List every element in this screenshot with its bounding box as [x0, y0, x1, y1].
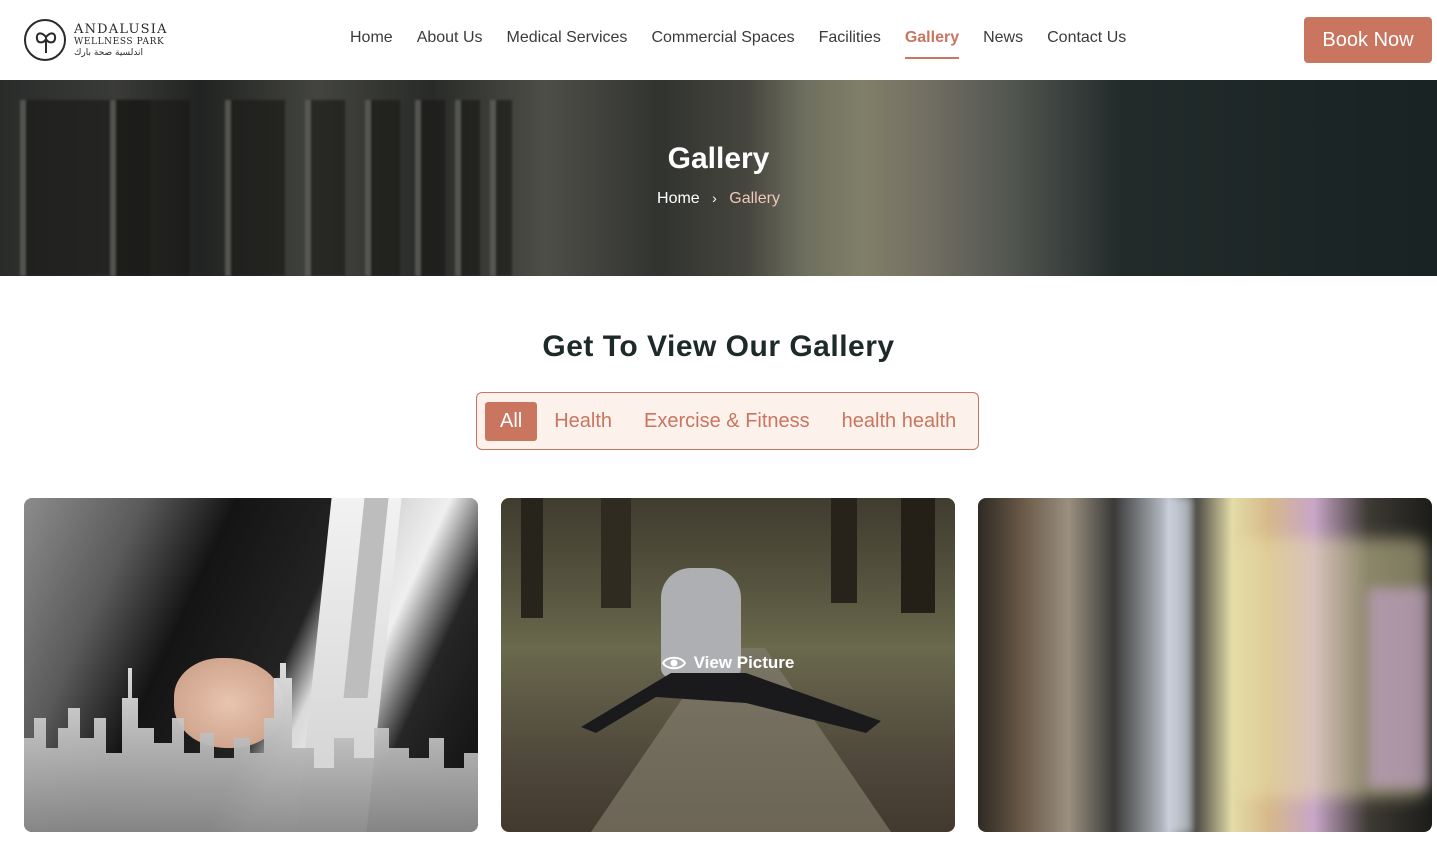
- view-picture-label: View Picture: [693, 653, 795, 672]
- logo-subtitle: WELLNESS PARK: [74, 36, 165, 47]
- filter-health-health[interactable]: health health: [827, 402, 972, 441]
- breadcrumb-current: Gallery: [729, 190, 780, 207]
- eye-icon: [661, 656, 686, 670]
- breadcrumb-separator-icon: ›: [712, 190, 717, 206]
- nav-medical-services[interactable]: Medical Services: [507, 29, 628, 53]
- book-now-button[interactable]: Book Now: [1304, 17, 1432, 63]
- logo-arabic: اندلسية صحة بارك: [74, 47, 144, 58]
- breadcrumb-home[interactable]: Home: [657, 190, 700, 207]
- nav-facilities[interactable]: Facilities: [819, 29, 881, 53]
- logo-emblem-icon: [24, 19, 66, 61]
- nav-gallery[interactable]: Gallery: [904, 29, 960, 59]
- main-nav: Home About Us Medical Services Commercia…: [350, 29, 1150, 59]
- nav-news[interactable]: News: [983, 29, 1023, 53]
- gallery-filter-bar: All Health Exercise & Fitness health hea…: [476, 392, 979, 450]
- hero-overlay: [0, 80, 1437, 276]
- city-skyline-icon: [24, 663, 478, 832]
- logo-title: ANDALUSIA: [74, 21, 168, 37]
- gallery-heading: Get To View Our Gallery: [542, 330, 895, 363]
- filter-all[interactable]: All: [485, 401, 538, 441]
- site-logo[interactable]: ANDALUSIA WELLNESS PARK اندلسية صحة بارك: [24, 17, 174, 63]
- filter-health[interactable]: Health: [539, 402, 627, 441]
- breadcrumb: Home › Gallery: [0, 190, 1437, 208]
- page-hero: Gallery Home › Gallery: [0, 80, 1437, 276]
- nav-contact-us[interactable]: Contact Us: [1047, 29, 1126, 53]
- blurred-figure-shape: [1368, 588, 1428, 788]
- filter-exercise-fitness[interactable]: Exercise & Fitness: [629, 402, 825, 441]
- nav-commercial-spaces[interactable]: Commercial Spaces: [651, 29, 794, 53]
- nav-about-us[interactable]: About Us: [417, 29, 483, 53]
- gallery-item-businessman[interactable]: [24, 498, 478, 832]
- gallery-item-blurred-gallery[interactable]: [978, 498, 1432, 832]
- light-column-shape: [1168, 498, 1192, 832]
- view-picture-button[interactable]: View Picture: [501, 653, 955, 673]
- nav-home[interactable]: Home: [350, 29, 393, 53]
- site-header: ANDALUSIA WELLNESS PARK اندلسية صحة بارك…: [0, 0, 1437, 80]
- page-title: Gallery: [667, 142, 770, 175]
- gallery-item-park-stretch[interactable]: View Picture: [501, 498, 955, 832]
